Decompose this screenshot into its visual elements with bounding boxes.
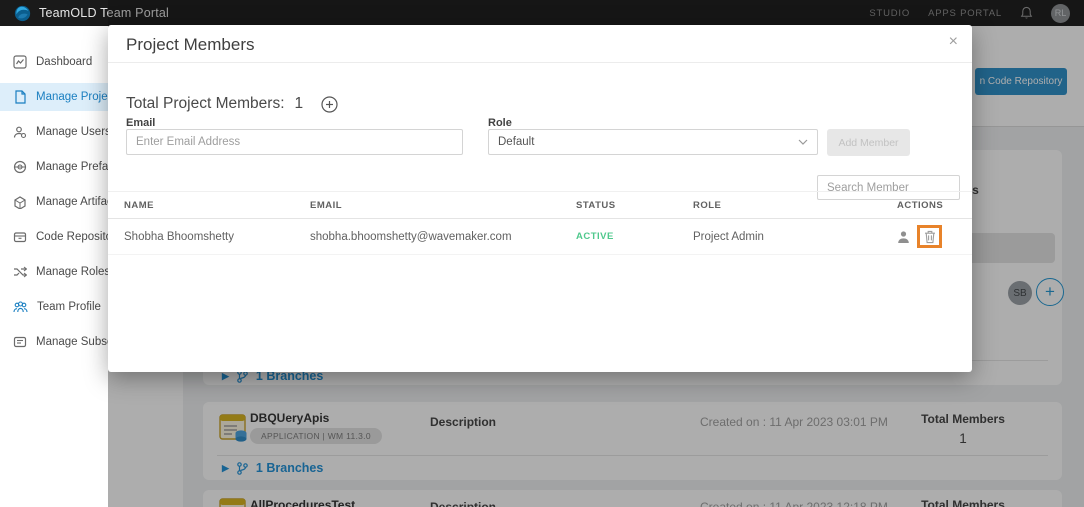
- header-role: ROLE: [693, 200, 897, 211]
- projects-icon: [13, 90, 27, 104]
- users-icon: [13, 125, 27, 139]
- total-members-text: Total Project Members:: [126, 95, 285, 113]
- actions-cell: [897, 225, 972, 248]
- wavemaker-logo-icon: [14, 5, 31, 22]
- sidebar-item-label: Team Profile: [37, 301, 101, 313]
- member-email: shobha.bhoomshetty@wavemaker.com: [310, 231, 576, 243]
- member-role: Project Admin: [693, 231, 897, 243]
- delete-icon[interactable]: [924, 230, 936, 244]
- modal-header: Project Members ×: [108, 25, 972, 63]
- header-actions: ACTIONS: [897, 200, 972, 211]
- total-members-count: 1: [295, 95, 304, 113]
- role-label: Role: [488, 117, 512, 129]
- email-label: Email: [126, 117, 155, 129]
- artifacts-icon: [13, 195, 27, 209]
- add-member-button[interactable]: Add Member: [827, 129, 910, 156]
- close-icon[interactable]: ×: [949, 33, 958, 51]
- sidebar-item-label: Manage Users: [36, 126, 111, 138]
- header-status: STATUS: [576, 200, 693, 211]
- role-selected-value: Default: [498, 136, 534, 148]
- team-profile-icon: [13, 300, 28, 314]
- table-header-row: NAME EMAIL STATUS ROLE ACTIONS: [108, 191, 972, 219]
- dashboard-icon: [13, 55, 27, 69]
- code-repository-icon: [13, 230, 27, 244]
- member-name: Shobha Bhoomshetty: [124, 231, 310, 243]
- subscription-icon: [13, 335, 27, 349]
- role-select[interactable]: Default: [488, 129, 818, 155]
- add-circle-icon[interactable]: [321, 96, 338, 113]
- app-screen: TeamOLD Team Portal STUDIO APPS PORTAL R…: [0, 0, 1084, 507]
- total-project-members: Total Project Members: 1: [126, 95, 338, 113]
- roles-icon: [13, 265, 27, 279]
- sidebar-item-label: Manage Roles: [36, 266, 110, 278]
- sidebar-item-label: Dashboard: [36, 56, 92, 68]
- project-members-modal: Project Members × Total Project Members:…: [108, 25, 972, 372]
- table-row: Shobha Bhoomshetty shobha.bhoomshetty@wa…: [108, 219, 972, 255]
- member-status-badge: ACTIVE: [576, 231, 693, 242]
- members-table: NAME EMAIL STATUS ROLE ACTIONS Shobha Bh…: [108, 191, 972, 255]
- header-email: EMAIL: [310, 200, 576, 211]
- delete-member-highlight-box[interactable]: [917, 225, 942, 248]
- email-input[interactable]: [126, 129, 463, 155]
- modal-title: Project Members: [126, 35, 254, 55]
- change-owner-icon[interactable]: [897, 230, 910, 244]
- prefabs-icon: [13, 160, 27, 174]
- header-name: NAME: [124, 200, 310, 211]
- chevron-down-icon: [798, 139, 808, 145]
